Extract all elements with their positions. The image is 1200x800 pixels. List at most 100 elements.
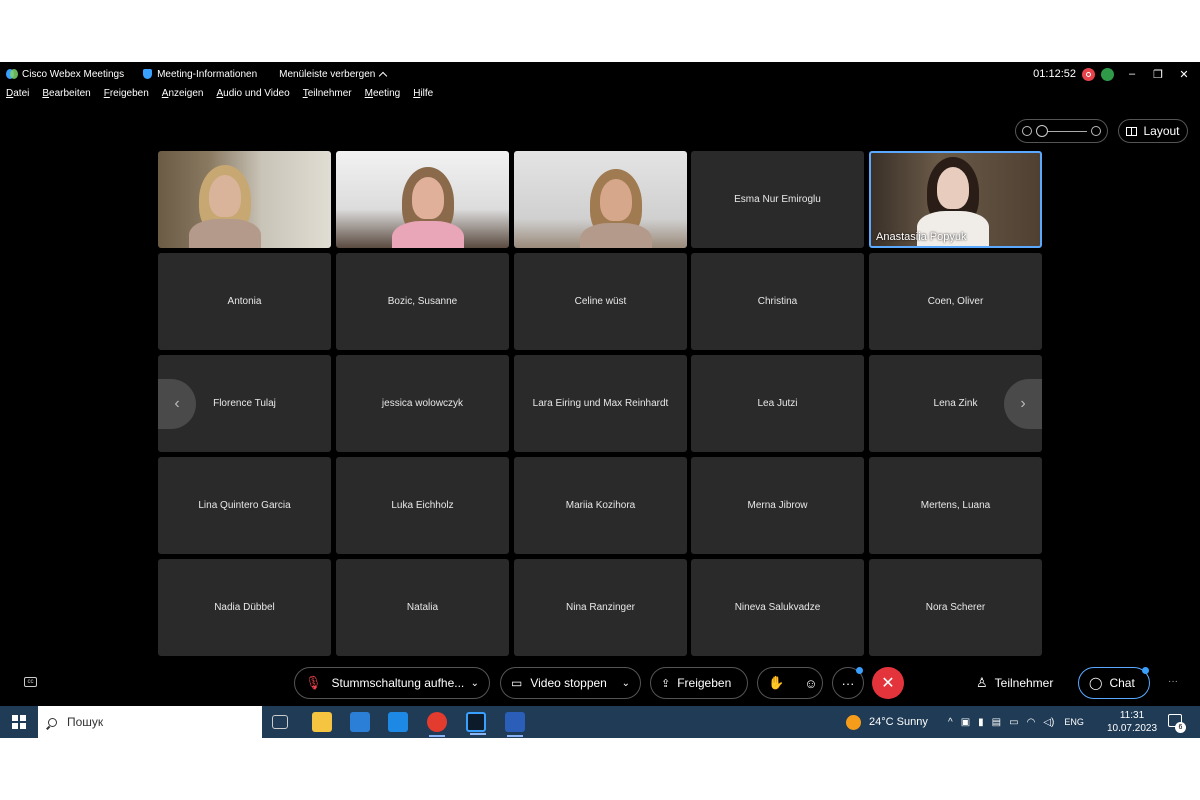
participant-video-tile[interactable] xyxy=(336,151,509,248)
sun-icon xyxy=(846,714,861,730)
tray-expand-icon[interactable]: ^ xyxy=(948,717,953,728)
menu-freigeben[interactable]: Freigeben xyxy=(104,88,149,106)
video-button[interactable]: ▭ Video stoppen ⌄ xyxy=(500,667,641,699)
participant-tile[interactable]: Nina Ranzinger xyxy=(514,559,687,656)
chat-button[interactable]: ◯ Chat xyxy=(1078,667,1150,699)
title-bar: Cisco Webex Meetings Meeting-Information… xyxy=(0,62,1200,86)
meeting-info-button[interactable]: Meeting-Informationen xyxy=(143,69,257,80)
participant-tile[interactable]: Luka Eichholz xyxy=(336,457,509,554)
participant-tile[interactable]: Mertens, Luana xyxy=(869,457,1042,554)
chat-notification-dot xyxy=(1142,667,1149,674)
participant-tile[interactable]: Bozic, Susanne xyxy=(336,253,509,350)
participant-tile[interactable]: Nora Scherer xyxy=(869,559,1042,656)
menu-bar: Datei Bearbeiten Freigeben Anzeigen Audi… xyxy=(0,88,440,106)
participant-tile[interactable]: Celine wüst xyxy=(514,253,687,350)
wifi-icon[interactable]: ◠ xyxy=(1027,717,1036,728)
participant-name: Merna Jibrow xyxy=(747,500,808,511)
overflow-icon[interactable]: ··· xyxy=(1168,676,1178,687)
zoom-out-icon[interactable] xyxy=(1022,126,1032,136)
participant-name: Lina Quintero Garcia xyxy=(198,500,291,511)
menu-hilfe[interactable]: Hilfe xyxy=(413,88,433,106)
participant-tile[interactable]: Lara Eiring und Max Reinhardt xyxy=(514,355,687,452)
chevron-down-icon[interactable]: ⌄ xyxy=(622,678,630,689)
participant-tile[interactable]: Mariia Kozihora xyxy=(514,457,687,554)
clock[interactable]: 11:31 10.07.2023 xyxy=(1104,709,1160,735)
taskbar-search[interactable]: Пошук xyxy=(38,706,262,738)
participant-tile[interactable]: Coen, Oliver xyxy=(869,253,1042,350)
volume-icon[interactable]: ◁) xyxy=(1043,717,1054,728)
menu-anzeigen[interactable]: Anzeigen xyxy=(162,88,204,106)
restore-button[interactable]: ❐ xyxy=(1150,68,1166,81)
chevron-down-icon[interactable]: ⌄ xyxy=(471,678,479,689)
zoom-knob[interactable] xyxy=(1036,124,1048,137)
participant-video-tile[interactable] xyxy=(514,151,687,248)
participants-label: Teilnehmer xyxy=(994,676,1054,690)
hide-menubar-button[interactable]: Menüleiste verbergen xyxy=(279,68,388,80)
mail-icon[interactable] xyxy=(388,712,408,732)
app-title: Cisco Webex Meetings xyxy=(6,69,124,80)
menu-audio-video[interactable]: Audio und Video xyxy=(216,88,289,106)
battery-icon[interactable]: ▭ xyxy=(1009,717,1018,728)
participant-face xyxy=(600,179,632,221)
participant-name: Luka Eichholz xyxy=(391,500,454,511)
participant-video-tile[interactable] xyxy=(158,151,331,248)
network-signal-icon[interactable] xyxy=(1101,67,1114,81)
participant-tile[interactable]: Natalia xyxy=(336,559,509,656)
device-icon[interactable]: ▤ xyxy=(992,717,1001,728)
participant-tile[interactable]: Esma Nur Emiroglu xyxy=(691,151,864,248)
layout-label: Layout xyxy=(1143,124,1180,138)
participant-name: Nineva Salukvadze xyxy=(734,602,821,613)
participant-tile[interactable]: Lea Jutzi xyxy=(691,355,864,452)
hide-menubar-label: Menüleiste verbergen xyxy=(279,68,376,80)
participant-tile[interactable]: Merna Jibrow xyxy=(691,457,864,554)
word-icon[interactable] xyxy=(505,712,525,737)
participant-name: Lara Eiring und Max Reinhardt xyxy=(532,398,669,409)
task-view-icon[interactable] xyxy=(272,715,288,729)
notification-count: 6 xyxy=(1175,722,1186,733)
layout-button[interactable]: Layout xyxy=(1118,119,1188,143)
system-tray: ^ ▣ ▮ ▤ ▭ ◠ ◁) ENG xyxy=(948,706,1084,738)
chevron-left-icon: ‹ xyxy=(174,395,180,412)
zoom-in-icon[interactable] xyxy=(1091,126,1101,136)
zoom-track[interactable] xyxy=(1036,124,1087,137)
chrome-icon[interactable] xyxy=(427,712,447,737)
participant-video-tile[interactable]: Anastasiia Popyuk xyxy=(869,151,1042,248)
minimize-button[interactable]: – xyxy=(1124,68,1140,80)
zoom-slider[interactable] xyxy=(1015,119,1108,143)
menu-bearbeiten[interactable]: Bearbeiten xyxy=(42,88,90,106)
participants-button[interactable]: ♙ Teilnehmer xyxy=(966,667,1070,699)
menu-teilnehmer[interactable]: Teilnehmer xyxy=(303,88,352,106)
video-camera-icon: ▭ xyxy=(511,676,523,690)
participant-name: Christina xyxy=(757,296,798,307)
close-button[interactable]: ✕ xyxy=(1176,68,1192,81)
recording-icon[interactable] xyxy=(1082,67,1095,81)
end-meeting-button[interactable]: ✕ xyxy=(872,667,904,699)
file-explorer-icon[interactable] xyxy=(312,712,332,732)
windows-start-icon[interactable] xyxy=(12,715,26,729)
store-icon[interactable] xyxy=(350,712,370,732)
shield-icon xyxy=(143,69,153,79)
language-indicator[interactable]: ENG xyxy=(1064,717,1084,727)
participant-name: Esma Nur Emiroglu xyxy=(734,194,821,205)
share-button[interactable]: ⇪ Freigeben xyxy=(650,667,748,699)
search-icon xyxy=(48,717,57,727)
closed-captions-icon[interactable]: cc xyxy=(24,677,37,687)
participant-tile[interactable]: Nadia Dübbel xyxy=(158,559,331,656)
participant-tile[interactable]: Christina xyxy=(691,253,864,350)
weather-widget[interactable]: 24°C Sunny xyxy=(846,706,928,738)
menu-meeting[interactable]: Meeting xyxy=(365,88,401,106)
share-label: Freigeben xyxy=(677,676,732,690)
more-options-label: ··· xyxy=(841,675,855,691)
participant-tile[interactable]: Nineva Salukvadze xyxy=(691,559,864,656)
menu-datei[interactable]: Datei xyxy=(6,88,29,106)
unmute-button[interactable]: 🎙︎ Stummschaltung aufhe... ⌄ xyxy=(294,667,490,699)
participant-tile[interactable]: jessica wolowczyk xyxy=(336,355,509,452)
webex-taskbar-icon[interactable] xyxy=(466,712,486,735)
emoji-reaction-icon[interactable]: ☺ xyxy=(804,676,817,691)
participant-tile[interactable]: Lina Quintero Garcia xyxy=(158,457,331,554)
raise-hand-icon[interactable]: ✋ xyxy=(768,675,784,691)
microphone-icon[interactable]: ▮ xyxy=(978,717,984,728)
meet-now-icon[interactable]: ▣ xyxy=(961,717,970,728)
participant-name: Celine wüst xyxy=(574,296,627,307)
participant-tile[interactable]: Antonia xyxy=(158,253,331,350)
